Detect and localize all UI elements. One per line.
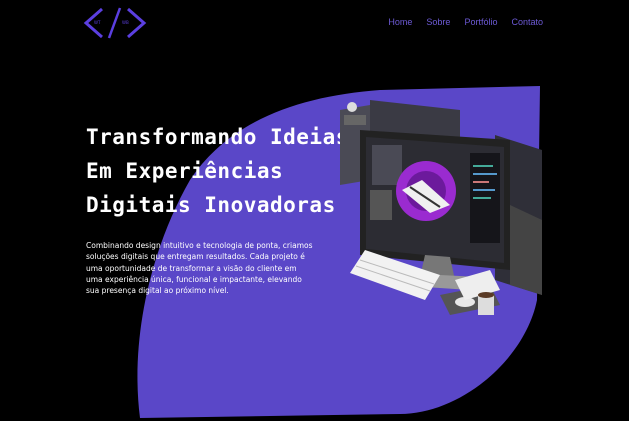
logo-code-brackets-icon[interactable]: WT WB — [82, 6, 148, 40]
nav-link-portfolio[interactable]: Portfólio — [464, 17, 497, 27]
main-nav: Home Sobre Portfólio Contato — [388, 17, 543, 27]
hero-description: Combinando design intuitivo e tecnologia… — [86, 241, 313, 296]
computer-workstation-illustration — [340, 100, 542, 315]
svg-text:WT: WT — [94, 20, 101, 25]
svg-text:WB: WB — [122, 20, 129, 25]
nav-link-sobre[interactable]: Sobre — [426, 17, 450, 27]
nav-link-contato[interactable]: Contato — [511, 17, 543, 27]
nav-link-home[interactable]: Home — [388, 17, 412, 27]
